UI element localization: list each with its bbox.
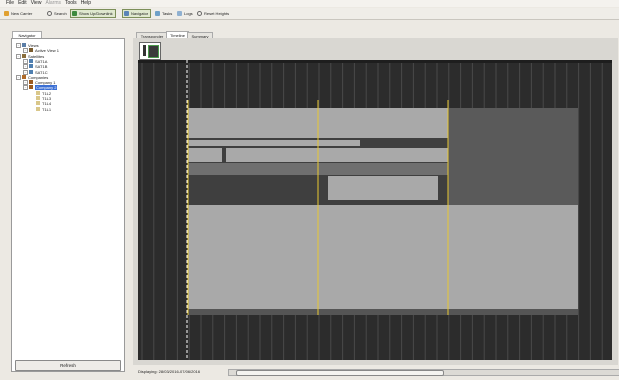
menu-bar: File Edit View Alarms Tools Help [0,0,619,7]
carrier-block-large [188,205,578,309]
refresh-button[interactable]: Refresh [15,360,121,371]
status-text: Displaying: 28/03/2016-07/06/2016 [138,369,201,374]
menu-file[interactable]: File [6,0,14,7]
satellite-icon [29,58,33,63]
carrier-block [448,108,578,208]
expand-icon[interactable]: − [23,48,28,54]
toolbar: New Carrier Search Show Up/Downlink Navi… [0,8,619,20]
logs-icon [177,11,182,16]
navigator-panel: − Views − Active View 1− Satellites − SAT1A − SA… [11,38,125,372]
expand-icon[interactable]: − [16,53,21,59]
search-icon [47,11,52,16]
navigator-button[interactable]: Navigator [122,9,152,18]
tree-item-label: Active View 1 [35,48,59,54]
expand-icon[interactable]: − [23,69,28,75]
tree-item-label: SAT1C [35,69,48,75]
tree-item-label: SAT1B [35,64,48,70]
carrier-block-shadow [188,309,578,315]
tree-item-label: T1L4 [42,101,52,107]
timeline-chart [138,60,612,360]
expand-icon[interactable]: − [16,74,21,80]
tree-item-label: T1L2 [42,90,52,96]
scrollbar-thumb[interactable] [236,370,444,376]
show-updownlink-button[interactable]: Show Up/Downlink [70,9,116,18]
tree-item-label: T1L1 [42,106,52,112]
new-carrier-button[interactable]: New Carrier [3,10,34,17]
company-icon [29,85,33,90]
tree-item-label: SAT1A [35,58,48,64]
carrier-gap [222,148,226,162]
satellite-icon [29,64,33,69]
transponder-icon [36,90,40,95]
menu-alarms[interactable]: Alarms [45,0,61,7]
carrier-block [328,176,438,200]
tree-item-label: Companies [28,74,49,80]
menu-view[interactable]: View [31,0,42,7]
company-folder-icon [22,74,26,79]
satellite-icon [29,69,33,74]
view-icon [29,48,33,53]
tree-item-label: Company 1 [35,80,56,86]
expand-icon[interactable]: − [16,43,21,48]
tasks-icon [155,11,160,16]
logs-button[interactable]: Logs [176,10,195,17]
menu-edit[interactable]: Edit [18,0,27,7]
search-button[interactable]: Search [46,10,69,17]
timeline-top-strip [138,60,612,63]
timeline-canvas[interactable] [138,60,612,360]
tree-item-label: Satellites [28,53,45,59]
company-icon [29,80,33,85]
menu-help[interactable]: Help [81,0,91,7]
updownlink-icon [72,11,77,16]
expand-icon[interactable]: − [23,58,28,64]
expand-icon[interactable]: − [23,85,28,91]
tree-item-label: Views [28,43,39,48]
tree-item-label: T1L3 [42,96,52,101]
expand-icon[interactable]: − [23,80,28,86]
navigator-icon [124,11,129,16]
timeline-overview-thumbnail[interactable] [139,42,161,60]
tasks-button[interactable]: Tasks [154,10,174,17]
transponder-icon [36,101,40,106]
expand-icon[interactable]: − [23,64,28,70]
carrier-block [188,140,360,146]
transponder-icon [36,96,40,100]
tree-item-label: Company 2 [35,85,58,91]
menu-tools[interactable]: Tools [65,0,77,7]
reset-heights-button[interactable]: Reset Heights [196,10,231,17]
eye-icon [22,43,26,47]
new-carrier-icon [4,11,9,16]
satellite-folder-icon [22,53,26,58]
transponder-icon [36,106,40,111]
reset-heights-icon [197,11,202,16]
